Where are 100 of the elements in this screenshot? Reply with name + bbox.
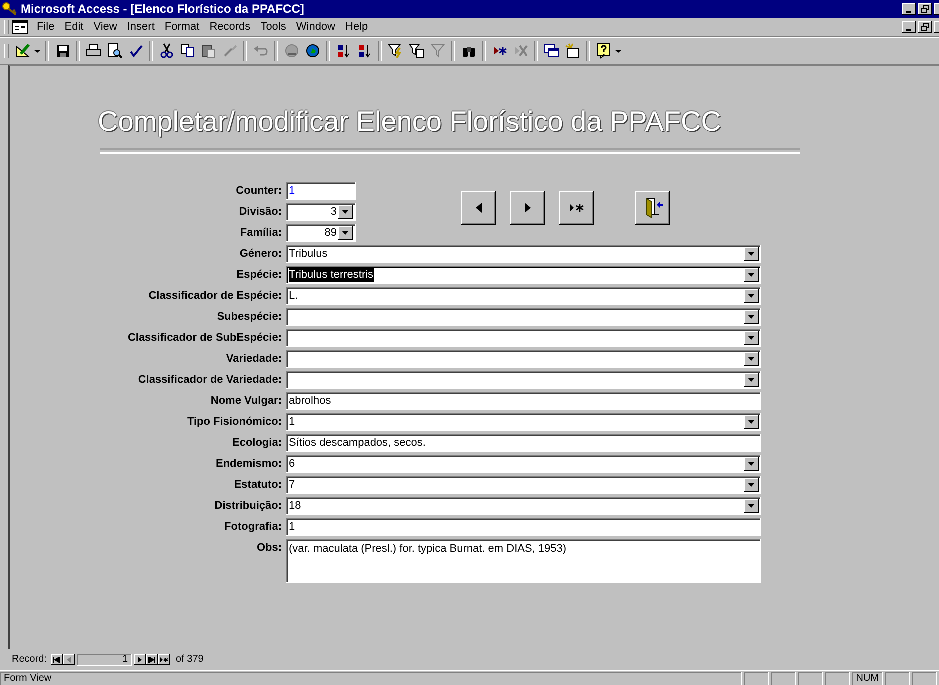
dropdown-button[interactable]: [744, 289, 759, 303]
triangle-right-icon: [136, 656, 144, 662]
previous-record-button[interactable]: [63, 654, 76, 665]
form-icon[interactable]: [12, 20, 28, 34]
combo-box[interactable]: 3: [286, 203, 356, 221]
first-record-button[interactable]: [51, 654, 64, 665]
field-label: Género:: [238, 247, 283, 262]
minimize-button[interactable]: [902, 21, 916, 33]
key-icon: [2, 2, 18, 16]
dropdown-button[interactable]: [744, 247, 759, 261]
combo-box[interactable]: [286, 308, 761, 326]
form-heading: Completar/modificar Elenco Florístico da PPAFCC: [98, 106, 722, 138]
status-text: Form View: [0, 672, 742, 685]
help-icon[interactable]: [596, 43, 612, 59]
new-object-icon[interactable]: [564, 43, 580, 59]
field-label: Endemismo:: [214, 457, 283, 472]
record-number-field[interactable]: 1: [77, 654, 132, 666]
form-filter-icon[interactable]: [408, 43, 424, 59]
paste-icon[interactable]: [200, 43, 216, 59]
status-pane: [798, 672, 824, 685]
field-label: Espécie:: [236, 268, 283, 283]
dropdown-button[interactable]: [338, 205, 353, 219]
memo-field[interactable]: (var. maculata (Presl.) for. typica Burnat. em DIAS, 1953): [286, 539, 761, 583]
field-label: Subespécie:: [216, 310, 283, 325]
field-label: Fotografia:: [224, 520, 283, 535]
field-label: Divisão:: [238, 205, 283, 220]
ruler-pencil-icon[interactable]: [14, 43, 30, 59]
new-record-icon: [570, 203, 584, 213]
first-icon: [53, 656, 62, 662]
next-record-button[interactable]: [134, 654, 146, 665]
new-record-button[interactable]: [158, 654, 170, 665]
minimize-button[interactable]: [902, 3, 916, 15]
menu-item[interactable]: View: [88, 21, 122, 33]
menu-item[interactable]: Edit: [60, 21, 89, 33]
caret-icon: [748, 504, 755, 508]
dropdown-button[interactable]: [744, 331, 759, 345]
new-record-button[interactable]: [559, 191, 594, 225]
text-field[interactable]: abrolhos: [286, 392, 761, 410]
combo-box[interactable]: 89: [286, 224, 356, 242]
triangle-right-icon: [524, 203, 530, 213]
caret-icon: [748, 357, 755, 361]
print-preview-icon[interactable]: [106, 43, 122, 59]
caret-icon: [748, 252, 755, 256]
copy-icon[interactable]: [180, 43, 196, 59]
scissors-icon[interactable]: [158, 43, 174, 59]
text-field[interactable]: 1: [286, 518, 761, 536]
previous-record-button[interactable]: [461, 191, 496, 225]
spellcheck-icon[interactable]: [128, 43, 144, 59]
dropdown-button[interactable]: [744, 499, 759, 513]
dropdown-button[interactable]: [744, 415, 759, 429]
combo-box[interactable]: [286, 329, 761, 347]
menu-item[interactable]: File: [32, 21, 60, 33]
dropdown-button[interactable]: [744, 268, 759, 282]
next-record-button[interactable]: [510, 191, 545, 225]
dropdown-button[interactable]: [744, 478, 759, 492]
combo-box[interactable]: Tribulus terrestris: [286, 266, 761, 284]
field-label: Ecologia:: [231, 436, 283, 451]
dropdown-button[interactable]: [744, 352, 759, 366]
combo-box[interactable]: 7: [286, 476, 761, 494]
dropdown-button[interactable]: [744, 373, 759, 387]
lightning-filter-icon[interactable]: [388, 43, 404, 59]
menu-item[interactable]: Records: [204, 21, 256, 33]
menu-item[interactable]: Window: [291, 21, 340, 33]
sort-ascending-icon[interactable]: [336, 43, 352, 59]
field-label: Obs:: [256, 541, 283, 556]
field-label: Classificador de Variedade:: [137, 373, 283, 388]
windows-icon[interactable]: [544, 43, 560, 59]
menu-item[interactable]: Insert: [122, 21, 160, 33]
field-label: Counter:: [235, 184, 283, 199]
menu-item[interactable]: Help: [340, 21, 374, 33]
restore-button[interactable]: [918, 3, 932, 15]
combo-box[interactable]: 6: [286, 455, 761, 473]
record-label: Record:: [12, 654, 48, 665]
field-label: Tipo Fisionómico:: [186, 415, 283, 430]
menu-item[interactable]: Format: [160, 21, 205, 33]
combo-box[interactable]: 1: [286, 413, 761, 431]
menu-item[interactable]: Tools: [256, 21, 292, 33]
restore-button[interactable]: [918, 21, 932, 33]
save-icon[interactable]: [54, 43, 70, 59]
text-field[interactable]: Sítios descampados, secos.: [286, 434, 761, 452]
restore-icon: [921, 5, 929, 13]
sort-descending-icon[interactable]: [356, 43, 372, 59]
caret-icon: [615, 48, 622, 54]
status-pane: [771, 672, 796, 685]
exit-button[interactable]: [635, 191, 670, 225]
combo-box[interactable]: Tribulus: [286, 245, 761, 263]
dropdown-button[interactable]: [744, 310, 759, 324]
combo-box[interactable]: 18: [286, 497, 761, 515]
combo-box[interactable]: L.: [286, 287, 761, 305]
printer-icon[interactable]: [86, 43, 102, 59]
triangle-left-icon: [476, 203, 482, 213]
dropdown-button[interactable]: [338, 226, 353, 240]
field-label: Variedade:: [225, 352, 283, 367]
status-pane: [912, 672, 937, 685]
text-field[interactable]: 1: [286, 182, 356, 200]
combo-box[interactable]: [286, 350, 761, 368]
new-record-icon: [160, 656, 168, 662]
field-label: Nome Vulgar:: [210, 394, 283, 409]
dropdown-button[interactable]: [744, 457, 759, 471]
combo-box[interactable]: [286, 371, 761, 389]
